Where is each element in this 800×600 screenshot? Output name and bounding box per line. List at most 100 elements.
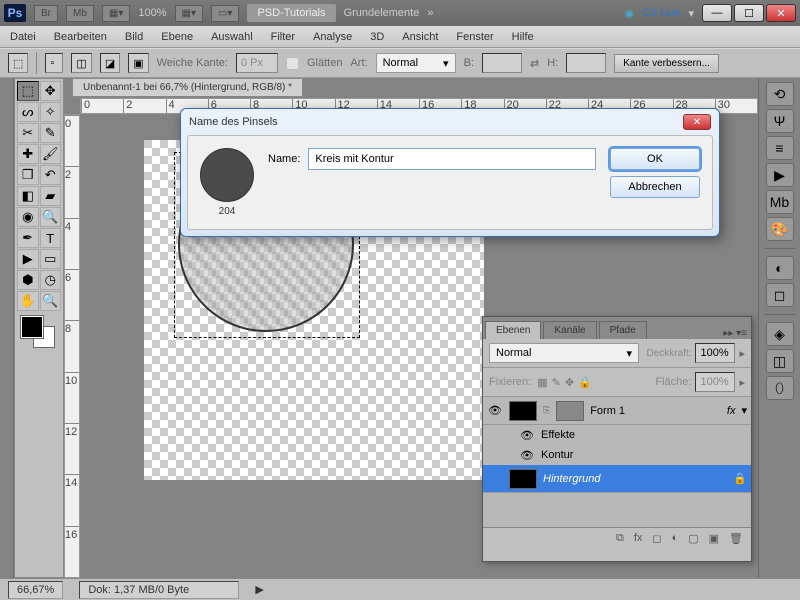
dialog-titlebar[interactable]: Name des Pinsels ✕ [181, 109, 719, 135]
feather-input[interactable]: 0 Px [236, 53, 278, 73]
heal-tool-icon[interactable]: ✚ [17, 144, 39, 164]
color-swatches[interactable] [17, 316, 61, 352]
add-selection-icon[interactable]: ◫ [71, 53, 91, 73]
dialog-close-button[interactable]: ✕ [683, 114, 711, 130]
actions-panel-icon[interactable]: ▶ [766, 163, 794, 187]
status-doc[interactable]: Dok: 1,37 MB/0 Byte [79, 581, 239, 599]
usb-panel-icon[interactable]: Ψ [766, 109, 794, 133]
tool-preset-icon[interactable]: ⬚ [8, 53, 28, 73]
menu-fenster[interactable]: Fenster [456, 31, 493, 43]
visibility-icon[interactable]: 👁 [519, 449, 535, 462]
tab-kanaele[interactable]: Kanäle [543, 321, 596, 339]
fill-input[interactable]: 100% [695, 372, 735, 392]
cancel-button[interactable]: Abbrechen [610, 176, 700, 198]
subtract-selection-icon[interactable]: ◪ [100, 53, 120, 73]
layers-panel-icon[interactable]: ◈ [766, 322, 794, 346]
visibility-icon[interactable]: 👁 [487, 404, 503, 417]
document-tab[interactable]: Unbenannt-1 bei 66,7% (Hintergrund, RGB/… [72, 78, 303, 97]
lock-position-icon[interactable]: ✥ [565, 377, 574, 389]
menu-bild[interactable]: Bild [125, 31, 143, 43]
eraser-tool-icon[interactable]: ◧ [17, 186, 39, 206]
adjust-panel-icon[interactable]: ◐ [766, 256, 794, 280]
new-layer-icon[interactable]: ▣ [709, 532, 719, 545]
ok-button[interactable]: OK [610, 148, 700, 170]
pen-tool-icon[interactable]: ✒ [17, 228, 39, 248]
cs-live-button[interactable]: CS Live [642, 7, 681, 19]
menu-3d[interactable]: 3D [370, 31, 384, 43]
type-tool-icon[interactable]: T [40, 228, 62, 248]
lock-pixels-icon[interactable]: ✎ [552, 377, 561, 389]
text-panel-icon[interactable]: ≡ [766, 136, 794, 160]
mask-panel-icon[interactable]: ◻ [766, 283, 794, 307]
workspace-button[interactable]: PSD-Tutorials [247, 4, 335, 22]
move-tool-icon[interactable]: ✥ [40, 81, 62, 101]
zoom-level[interactable]: 100% [138, 7, 166, 19]
link-layers-icon[interactable]: ⧉ [616, 532, 624, 545]
refine-edge-button[interactable]: Kante verbessern... [614, 54, 719, 73]
window-close-button[interactable]: ✕ [766, 4, 796, 22]
layer-fx-icon[interactable]: fx [634, 532, 643, 545]
minimize-button[interactable]: — [702, 4, 732, 22]
channels-panel-icon[interactable]: ◫ [766, 349, 794, 373]
marquee-tool-icon[interactable]: ⬚ [17, 81, 39, 101]
hand-tool-icon[interactable]: ✋ [17, 291, 39, 311]
lock-all-icon[interactable]: 🔒 [578, 377, 592, 389]
screen-mode-icon[interactable]: ▭▾ [211, 5, 239, 22]
3d-camera-icon[interactable]: ◷ [40, 270, 62, 290]
3d-tool-icon[interactable]: ⬢ [17, 270, 39, 290]
menu-auswahl[interactable]: Auswahl [211, 31, 253, 43]
lasso-tool-icon[interactable]: ᔕ [17, 102, 39, 122]
crop-tool-icon[interactable]: ✂ [17, 123, 39, 143]
arrange-docs-icon[interactable]: ▦▾ [175, 5, 203, 22]
more-icon[interactable]: » [427, 7, 433, 19]
layer-name[interactable]: Form 1 [590, 405, 625, 417]
opacity-arrow-icon[interactable]: ▸ [739, 347, 745, 360]
delete-layer-icon[interactable]: 🗑 [729, 532, 743, 545]
dodge-tool-icon[interactable]: 🔍 [40, 207, 62, 227]
menu-datei[interactable]: Datei [10, 31, 36, 43]
minibridge-icon[interactable]: Mb [66, 5, 94, 22]
history-brush-icon[interactable]: ↶ [40, 165, 62, 185]
paths-panel-icon[interactable]: ⬯ [766, 376, 794, 400]
fill-arrow-icon[interactable]: ▸ [739, 376, 745, 389]
layer-row[interactable]: Hintergrund 🔒 [483, 465, 751, 493]
ruler-vertical[interactable]: 0246810121416 [64, 114, 80, 578]
left-dock[interactable] [0, 78, 14, 578]
new-selection-icon[interactable]: ▫ [45, 53, 63, 73]
style-select[interactable]: Normal▾ [376, 53, 456, 73]
layer-kontur-row[interactable]: 👁 Kontur [483, 445, 751, 465]
adjustment-layer-icon[interactable]: ◐ [672, 532, 679, 545]
path-select-icon[interactable]: ▶ [17, 249, 39, 269]
zoom-tool-icon[interactable]: 🔍 [40, 291, 62, 311]
gradient-tool-icon[interactable]: ▰ [40, 186, 62, 206]
lock-transparent-icon[interactable]: ▦ [537, 377, 547, 389]
mask-thumb[interactable] [556, 401, 584, 421]
shape-tool-icon[interactable]: ▭ [40, 249, 62, 269]
history-panel-icon[interactable]: ⟲ [766, 82, 794, 106]
layer-thumb[interactable] [509, 469, 537, 489]
workspace-alt[interactable]: Grundelemente [344, 7, 420, 19]
layer-group-icon[interactable]: ▢ [688, 532, 698, 545]
menu-bearbeiten[interactable]: Bearbeiten [54, 31, 107, 43]
tab-ebenen[interactable]: Ebenen [485, 321, 541, 339]
fg-swatch[interactable] [21, 316, 43, 338]
bridge-icon[interactable]: Br [34, 5, 58, 22]
fx-chevron-icon[interactable]: ▾ [741, 404, 747, 417]
minibridge-panel-icon[interactable]: Mb [766, 190, 794, 214]
layer-effects-row[interactable]: 👁 Effekte [483, 425, 751, 445]
brush-name-input[interactable] [308, 148, 596, 170]
menu-filter[interactable]: Filter [271, 31, 295, 43]
fx-badge[interactable]: fx [727, 405, 736, 417]
layer-row[interactable]: 👁 ⎘ Form 1 fx ▾ [483, 397, 751, 425]
menu-analyse[interactable]: Analyse [313, 31, 352, 43]
eyedropper-tool-icon[interactable]: ✎ [40, 123, 62, 143]
link-icon[interactable]: ⎘ [543, 405, 550, 416]
menu-hilfe[interactable]: Hilfe [512, 31, 534, 43]
panel-collapse-icon[interactable]: ▸▸ ▾≡ [723, 328, 747, 339]
layer-name[interactable]: Hintergrund [543, 473, 600, 485]
menu-ansicht[interactable]: Ansicht [402, 31, 438, 43]
maximize-button[interactable]: ☐ [734, 4, 764, 22]
blur-tool-icon[interactable]: ◉ [17, 207, 39, 227]
tab-pfade[interactable]: Pfade [599, 321, 647, 339]
blend-mode-select[interactable]: Normal▾ [489, 343, 639, 363]
